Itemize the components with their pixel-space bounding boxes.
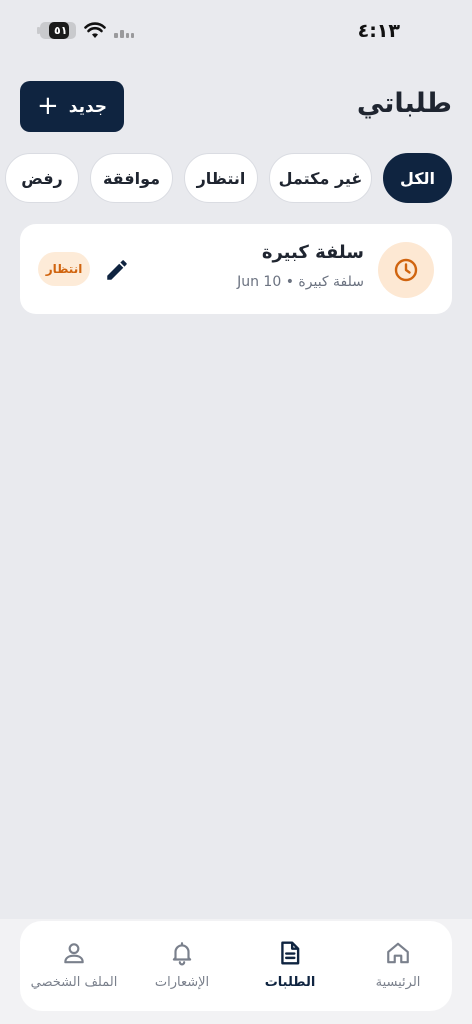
battery-level: ٥١	[54, 24, 68, 37]
nav-profile-label: الملف الشخصي	[30, 975, 118, 990]
new-button-label: جديد	[68, 96, 108, 117]
status-icons: ٥١	[37, 22, 134, 39]
bottom-nav: الرئيسية الطلبات الإشعارات الملف الشخصي	[20, 921, 452, 1011]
home-icon	[384, 939, 412, 967]
nav-requests-label: الطلبات	[264, 975, 316, 990]
status-time: ٤:١٣	[357, 20, 400, 42]
status-badge: انتظار	[38, 252, 90, 286]
edit-icon[interactable]	[104, 257, 130, 283]
filter-pending-label: انتظار	[196, 168, 246, 188]
request-card[interactable]: سلفة كبيرة Jun 10 • سلفة كبيرة انتظار	[20, 224, 452, 314]
bell-icon	[168, 939, 196, 967]
wifi-icon	[84, 22, 106, 38]
nav-notifications[interactable]: الإشعارات	[128, 939, 236, 999]
filter-rejected[interactable]: رفض	[5, 153, 79, 203]
new-request-button[interactable]: + جديد	[20, 81, 124, 132]
filter-all[interactable]: الكل	[383, 153, 452, 203]
filter-chips: الكل غير مكتمل انتظار موافقة رفض	[0, 153, 472, 203]
page-title: طلباتي	[356, 88, 452, 119]
filter-approved[interactable]: موافقة	[90, 153, 173, 203]
status-bar: ٥١ ٤:١٣	[0, 0, 472, 62]
signal-icon	[114, 24, 134, 38]
request-title: سلفة كبيرة	[261, 242, 364, 263]
filter-all-label: الكل	[399, 168, 436, 188]
nav-notifications-label: الإشعارات	[154, 975, 210, 990]
profile-icon	[60, 939, 88, 967]
document-icon	[276, 939, 304, 967]
nav-profile[interactable]: الملف الشخصي	[20, 939, 128, 999]
battery-icon: ٥١	[37, 22, 76, 39]
filter-incomplete[interactable]: غير مكتمل	[269, 153, 372, 203]
nav-home[interactable]: الرئيسية	[344, 939, 452, 999]
clock-icon	[378, 242, 434, 298]
filter-incomplete-label: غير مكتمل	[278, 168, 363, 188]
filter-rejected-label: رفض	[21, 168, 63, 188]
filter-pending[interactable]: انتظار	[184, 153, 258, 203]
nav-requests[interactable]: الطلبات	[236, 939, 344, 999]
request-meta: Jun 10 • سلفة كبيرة	[237, 274, 364, 290]
filter-approved-label: موافقة	[102, 168, 161, 188]
nav-home-label: الرئيسية	[375, 975, 421, 990]
plus-icon: +	[36, 90, 59, 121]
